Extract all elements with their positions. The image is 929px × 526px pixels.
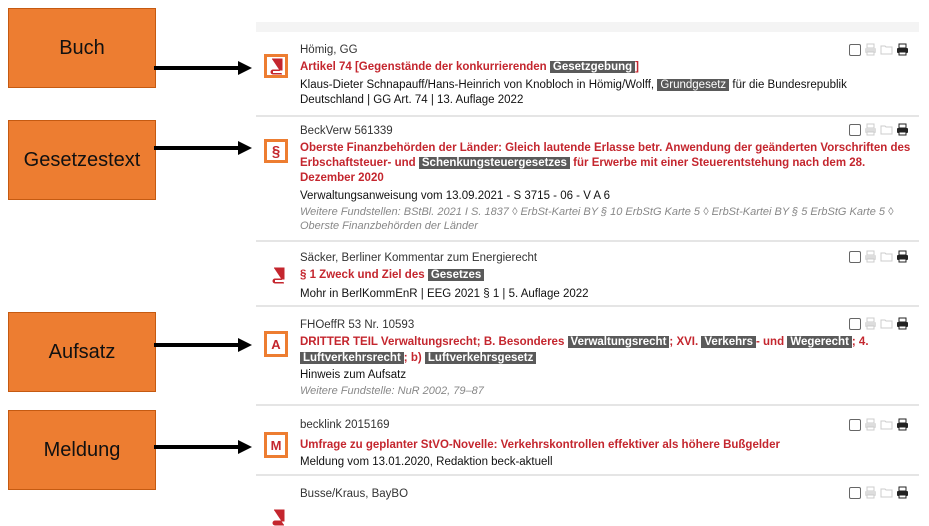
print-icon[interactable] xyxy=(896,317,909,330)
title-text: ; b) xyxy=(403,352,422,364)
result-title[interactable]: Umfrage zu geplanter StVO-Novelle: Verke… xyxy=(300,438,912,453)
search-highlight: Schenkungsteuergesetzes xyxy=(418,157,570,169)
result-meta: Hinweis zum Aufsatz xyxy=(300,369,407,381)
result-source: FHOeffR 53 Nr. 10593 xyxy=(300,319,415,331)
arrow-gesetzestext xyxy=(154,141,252,155)
search-highlight: Luftverkehrsgesetz xyxy=(424,352,537,364)
print-icon-disabled xyxy=(864,43,877,56)
result-source: becklink 2015169 xyxy=(300,419,390,431)
search-highlight: Luftverkehrsrecht xyxy=(300,352,404,364)
select-checkbox[interactable] xyxy=(849,418,861,431)
result-meta: Mohr in BerlKommEnR | EEG 2021 § 1 | 5. … xyxy=(300,288,589,300)
result-meta: Klaus-Dieter Schnapauff/Hans-Heinrich vo… xyxy=(300,78,912,108)
print-icon-disabled xyxy=(864,486,877,499)
print-icon[interactable] xyxy=(896,123,909,136)
result-source: BeckVerw 561339 xyxy=(300,125,393,137)
search-highlight: Verkehrs xyxy=(701,336,756,348)
result-tools xyxy=(849,250,909,263)
title-text: § 1 Zweck und Ziel des xyxy=(300,269,425,281)
label-gesetzestext-text: Gesetzestext xyxy=(23,148,141,171)
search-highlight: Gesetzes xyxy=(427,269,485,281)
result-meta: Verwaltungsanweisung vom 13.09.2021 - S … xyxy=(300,190,611,202)
result-item[interactable]: BeckVerw 561339 § Oberste Finanzbehörden… xyxy=(256,117,919,240)
result-item[interactable]: Säcker, Berliner Kommentar zum Energiere… xyxy=(256,242,919,305)
select-checkbox[interactable] xyxy=(849,123,861,136)
print-icon-disabled xyxy=(864,317,877,330)
select-checkbox[interactable] xyxy=(849,317,861,330)
result-source: Busse/Kraus, BayBO xyxy=(300,488,409,500)
print-icon-disabled xyxy=(864,418,877,431)
paragraph-icon: § xyxy=(264,139,288,163)
label-meldung-text: Meldung xyxy=(43,438,121,461)
folder-icon[interactable] xyxy=(880,418,893,431)
search-highlight: Gesetzgebung xyxy=(549,61,636,73)
print-icon-disabled xyxy=(864,123,877,136)
label-buch: Buch xyxy=(8,8,156,88)
title-text: ; 4. xyxy=(851,336,869,348)
print-icon[interactable] xyxy=(896,418,909,431)
result-tools xyxy=(849,317,909,330)
result-title[interactable]: DRITTER TEIL Verwaltungsrecht; B. Besond… xyxy=(300,334,912,366)
folder-icon[interactable] xyxy=(880,317,893,330)
label-aufsatz: Aufsatz xyxy=(8,312,156,392)
folder-icon[interactable] xyxy=(880,123,893,136)
result-tools xyxy=(849,486,909,499)
result-source: Hömig, GG xyxy=(300,44,358,56)
search-highlight: Wegerecht xyxy=(787,336,852,348)
result-item[interactable]: Hömig, GG Artikel 74 [Gegenstände der ko… xyxy=(256,32,919,115)
arrow-buch xyxy=(154,61,252,75)
print-icon[interactable] xyxy=(896,486,909,499)
result-title[interactable]: Artikel 74 [Gegenstände der konkurrieren… xyxy=(300,60,912,75)
folder-icon[interactable] xyxy=(880,43,893,56)
folder-icon[interactable] xyxy=(880,486,893,499)
title-text: DRITTER TEIL Verwaltungsrecht; B. Besond… xyxy=(300,336,565,348)
arrow-aufsatz xyxy=(154,338,252,352)
search-highlight: Grundgesetz xyxy=(657,79,730,91)
result-source: Säcker, Berliner Kommentar zum Energiere… xyxy=(300,252,538,264)
title-text: Artikel 74 [Gegenstände der konkurrieren… xyxy=(300,61,547,73)
result-tools xyxy=(849,418,909,431)
book-icon xyxy=(269,266,287,284)
title-text: ; XVI. xyxy=(669,336,699,348)
print-icon-disabled xyxy=(864,250,877,263)
news-icon: M xyxy=(264,432,288,458)
result-item[interactable]: Busse/Kraus, BayBO xyxy=(256,476,919,526)
label-meldung: Meldung xyxy=(8,410,156,490)
result-title[interactable]: § 1 Zweck und Ziel des Gesetzes xyxy=(300,268,912,283)
article-icon: A xyxy=(264,331,288,357)
select-checkbox[interactable] xyxy=(849,250,861,263)
select-checkbox[interactable] xyxy=(849,43,861,56)
arrow-meldung xyxy=(154,440,252,454)
result-extra-sources: Weitere Fundstellen: BStBl. 2021 I S. 18… xyxy=(300,206,894,232)
result-meta: Meldung vom 13.01.2020, Redaktion beck-a… xyxy=(300,456,553,468)
result-title[interactable]: Oberste Finanzbehörden der Länder: Gleic… xyxy=(300,141,912,186)
result-tools xyxy=(849,43,909,56)
result-extra-sources: Weitere Fundstelle: NuR 2002, 79–87 xyxy=(300,385,484,397)
result-item[interactable]: becklink 2015169 M Umfrage zu geplanter … xyxy=(256,406,919,474)
select-checkbox[interactable] xyxy=(849,486,861,499)
label-aufsatz-text: Aufsatz xyxy=(48,340,116,363)
result-item[interactable]: FHOeffR 53 Nr. 10593 A DRITTER TEIL Verw… xyxy=(256,307,919,404)
meta-text: Klaus-Dieter Schnapauff/Hans-Heinrich vo… xyxy=(300,79,655,91)
book-icon xyxy=(264,54,288,78)
search-highlight: Verwaltungsrecht xyxy=(567,336,670,348)
results-list: Hömig, GG Artikel 74 [Gegenstände der ko… xyxy=(256,22,919,526)
label-gesetzestext: Gesetzestext xyxy=(8,120,156,200)
folder-icon[interactable] xyxy=(880,250,893,263)
result-tools xyxy=(849,123,909,136)
print-icon[interactable] xyxy=(896,43,909,56)
label-buch-text: Buch xyxy=(59,36,105,59)
title-text: ] xyxy=(635,61,639,73)
book-icon xyxy=(269,508,287,526)
title-text: - und xyxy=(756,336,785,348)
print-icon[interactable] xyxy=(896,250,909,263)
